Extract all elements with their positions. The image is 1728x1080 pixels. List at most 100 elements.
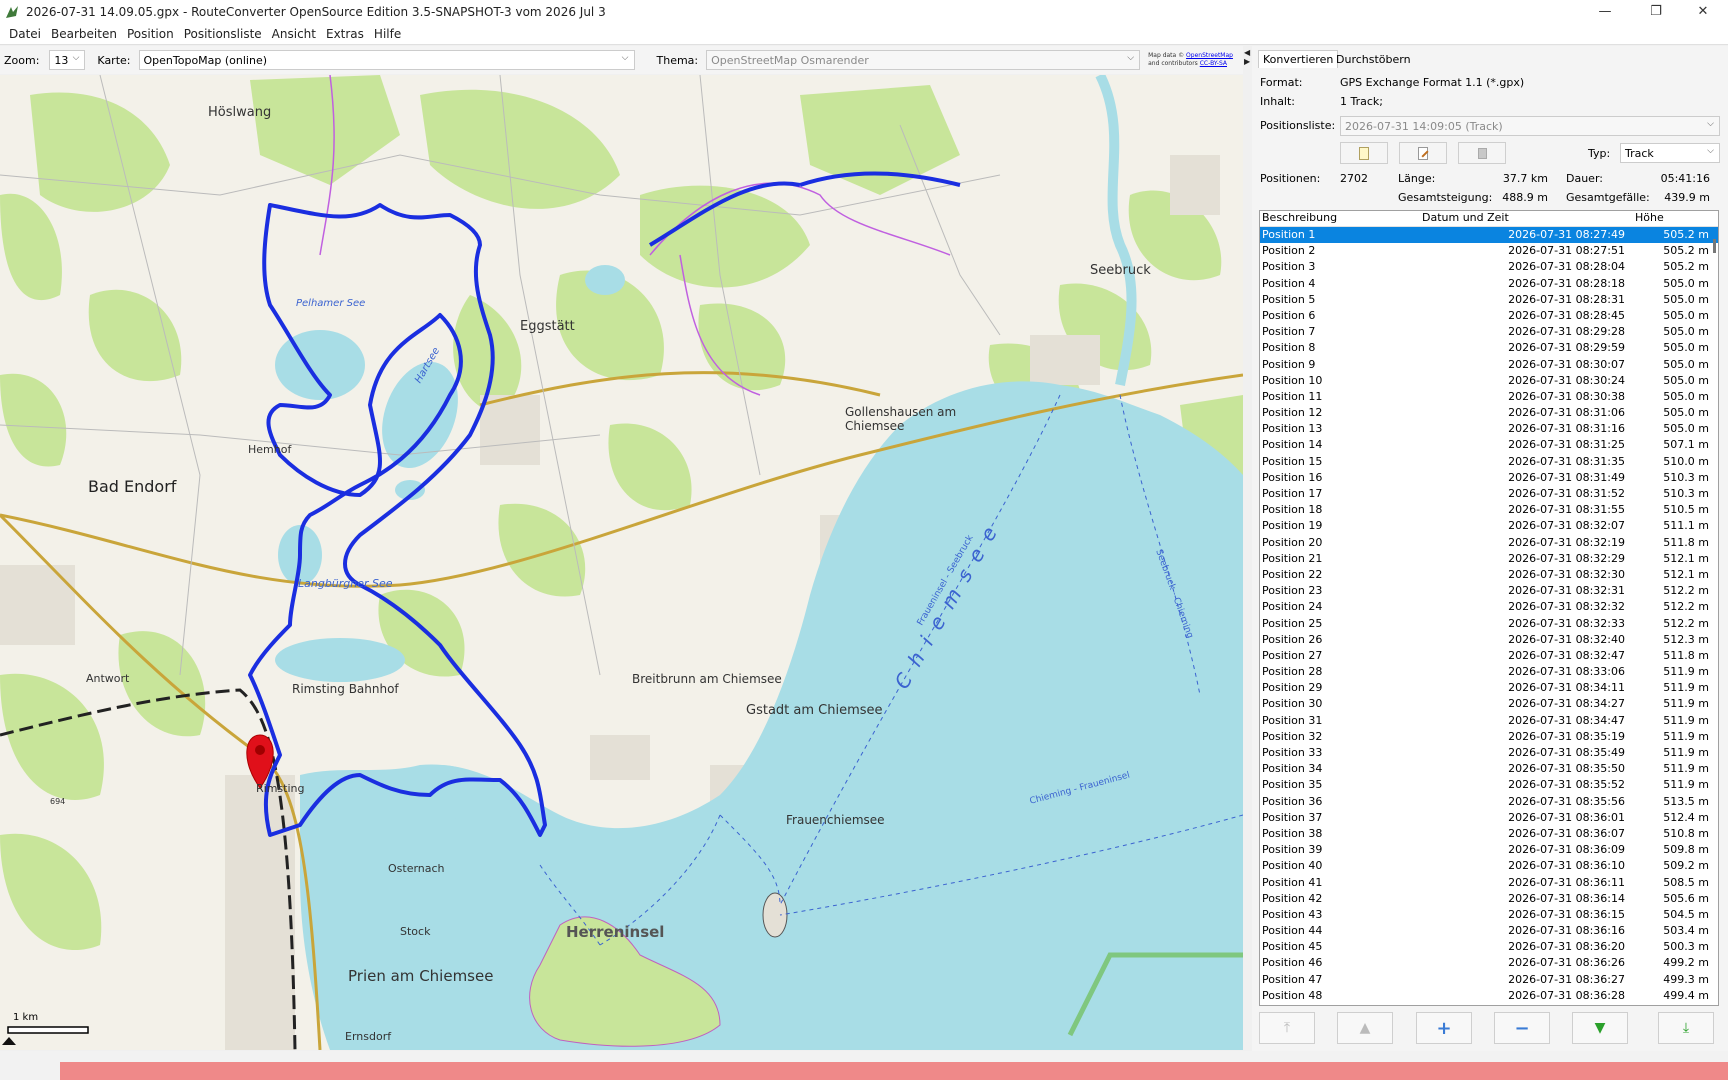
table-row[interactable]: Position 16 2026-07-31 08:31:49 510.3 m [1260, 470, 1718, 486]
karte-select[interactable]: OpenTopoMap (online) ⌵ [138, 50, 635, 70]
table-row[interactable]: Position 36 2026-07-31 08:35:56 513.5 m [1260, 794, 1718, 810]
table-row[interactable]: Position 31 2026-07-31 08:34:47 511.9 m [1260, 713, 1718, 729]
tab-durchstoebern[interactable]: Durchstöbern [1332, 50, 1415, 68]
cc-by-sa-link[interactable]: CC-BY-SA [1200, 60, 1227, 67]
cell-datum: 2026-07-31 08:36:10 [1508, 859, 1625, 873]
cell-datum: 2026-07-31 08:28:45 [1508, 308, 1625, 322]
table-row[interactable]: Position 2 2026-07-31 08:27:51 505.2 m [1260, 243, 1718, 259]
table-row[interactable]: Position 45 2026-07-31 08:36:20 500.3 m [1260, 939, 1718, 955]
table-row[interactable]: Position 46 2026-07-31 08:36:26 499.2 m [1260, 955, 1718, 971]
minus-icon: − [1514, 1017, 1530, 1039]
table-row[interactable]: Position 43 2026-07-31 08:36:15 504.5 m [1260, 907, 1718, 923]
table-row[interactable]: Position 38 2026-07-31 08:36:07 510.8 m [1260, 826, 1718, 842]
table-row[interactable]: Position 37 2026-07-31 08:36:01 512.4 m [1260, 810, 1718, 826]
table-row[interactable]: Position 32 2026-07-31 08:35:19 511.9 m [1260, 729, 1718, 745]
cell-datum: 2026-07-31 08:36:07 [1508, 826, 1625, 840]
table-row[interactable]: Position 22 2026-07-31 08:32:30 512.1 m [1260, 567, 1718, 583]
table-row[interactable]: Position 20 2026-07-31 08:32:19 511.8 m [1260, 535, 1718, 551]
typ-label: Typ: [1588, 147, 1611, 160]
thema-select[interactable]: OpenStreetMap Osmarender ⌵ [706, 50, 1141, 70]
move-to-top-button[interactable]: ⤒ [1259, 1012, 1315, 1044]
cell-hoehe: 512.4 m [1663, 810, 1709, 824]
table-row[interactable]: Position 17 2026-07-31 08:31:52 510.3 m [1260, 486, 1718, 502]
map-view[interactable]: Höslwang Pelhamer See Hartsee Eggstätt S… [0, 75, 1243, 1050]
table-row[interactable]: Position 14 2026-07-31 08:31:25 507.1 m [1260, 437, 1718, 453]
close-button[interactable]: ✕ [1680, 0, 1726, 23]
table-row[interactable]: Position 8 2026-07-31 08:29:59 505.0 m [1260, 340, 1718, 356]
menu-bearbeiten[interactable]: Bearbeiten [51, 27, 117, 41]
positionsliste-select[interactable]: 2026-07-31 14:09:05 (Track) ⌵ [1340, 116, 1720, 136]
add-position-button[interactable]: + [1416, 1012, 1472, 1044]
move-down-button[interactable]: ▼ [1572, 1012, 1628, 1044]
openstreetmap-link[interactable]: OpenStreetMap [1186, 52, 1233, 59]
table-row[interactable]: Position 42 2026-07-31 08:36:14 505.6 m [1260, 891, 1718, 907]
splitter-arrows-icon[interactable]: ◀ ▶ [1244, 48, 1251, 68]
table-row[interactable]: Position 24 2026-07-31 08:32:32 512.2 m [1260, 599, 1718, 615]
cell-hoehe: 512.1 m [1663, 551, 1709, 565]
table-row[interactable]: Position 13 2026-07-31 08:31:16 505.0 m [1260, 421, 1718, 437]
delete-positionlist-button[interactable] [1458, 142, 1506, 164]
move-up-button[interactable]: ▲ [1337, 1012, 1393, 1044]
table-row[interactable]: Position 3 2026-07-31 08:28:04 505.2 m [1260, 259, 1718, 275]
table-row[interactable]: Position 27 2026-07-31 08:32:47 511.8 m [1260, 648, 1718, 664]
column-header-datum[interactable]: Datum und Zeit [1420, 211, 1633, 226]
table-row[interactable]: Position 39 2026-07-31 08:36:09 509.8 m [1260, 842, 1718, 858]
menu-extras[interactable]: Extras [326, 27, 364, 41]
menu-position[interactable]: Position [127, 27, 174, 41]
table-row[interactable]: Position 44 2026-07-31 08:36:16 503.4 m [1260, 923, 1718, 939]
cell-beschreibung: Position 26 [1262, 632, 1323, 646]
table-row[interactable]: Position 7 2026-07-31 08:29:28 505.0 m [1260, 324, 1718, 340]
table-row[interactable]: Position 15 2026-07-31 08:31:35 510.0 m [1260, 454, 1718, 470]
delete-position-button[interactable]: − [1494, 1012, 1550, 1044]
minimize-button[interactable]: — [1582, 0, 1628, 23]
karte-label: Karte: [97, 53, 131, 67]
menu-hilfe[interactable]: Hilfe [374, 27, 401, 41]
tab-konvertieren[interactable]: Konvertieren [1258, 50, 1339, 68]
table-row[interactable]: Position 11 2026-07-31 08:30:38 505.0 m [1260, 389, 1718, 405]
table-row[interactable]: Position 19 2026-07-31 08:32:07 511.1 m [1260, 518, 1718, 534]
cell-beschreibung: Position 36 [1262, 794, 1323, 808]
table-row[interactable]: Position 23 2026-07-31 08:32:31 512.2 m [1260, 583, 1718, 599]
table-row[interactable]: Position 34 2026-07-31 08:35:50 511.9 m [1260, 761, 1718, 777]
cell-beschreibung: Position 15 [1262, 454, 1323, 468]
rename-positionlist-button[interactable] [1399, 142, 1447, 164]
table-row[interactable]: Position 41 2026-07-31 08:36:11 508.5 m [1260, 875, 1718, 891]
table-row[interactable]: Position 29 2026-07-31 08:34:11 511.9 m [1260, 680, 1718, 696]
move-to-bottom-button[interactable]: ⤓ [1658, 1012, 1714, 1044]
table-row[interactable]: Position 21 2026-07-31 08:32:29 512.1 m [1260, 551, 1718, 567]
column-header-hoehe[interactable]: Höhe [1633, 211, 1711, 226]
table-row[interactable]: Position 10 2026-07-31 08:30:24 505.0 m [1260, 373, 1718, 389]
menu-positionsliste[interactable]: Positionsliste [184, 27, 262, 41]
table-row[interactable]: Position 30 2026-07-31 08:34:27 511.9 m [1260, 696, 1718, 712]
cell-beschreibung: Position 40 [1262, 859, 1323, 873]
table-row[interactable]: Position 6 2026-07-31 08:28:45 505.0 m [1260, 308, 1718, 324]
menu-datei[interactable]: Datei [9, 27, 41, 41]
table-row[interactable]: Position 25 2026-07-31 08:32:33 512.2 m [1260, 616, 1718, 632]
typ-select[interactable]: Track ⌵ [1620, 143, 1720, 163]
table-row[interactable]: Position 48 2026-07-31 08:36:28 499.4 m [1260, 988, 1718, 1004]
table-row[interactable]: Position 4 2026-07-31 08:28:18 505.0 m [1260, 276, 1718, 292]
table-row[interactable]: Position 26 2026-07-31 08:32:40 512.3 m [1260, 632, 1718, 648]
table-row[interactable]: Position 1 2026-07-31 08:27:49 505.2 m [1260, 227, 1718, 244]
table-row[interactable]: Position 12 2026-07-31 08:31:06 505.0 m [1260, 405, 1718, 421]
table-row[interactable]: Position 18 2026-07-31 08:31:55 510.5 m [1260, 502, 1718, 518]
table-row[interactable]: Position 9 2026-07-31 08:30:07 505.0 m [1260, 357, 1718, 373]
table-row[interactable]: Position 5 2026-07-31 08:28:31 505.0 m [1260, 292, 1718, 308]
zoom-select[interactable]: 13 ⌵ [49, 50, 86, 70]
table-scrollbar-thumb[interactable] [1713, 239, 1716, 253]
positions-table[interactable]: Beschreibung Datum und Zeit Höhe Positio… [1259, 210, 1719, 1006]
column-header-beschreibung[interactable]: Beschreibung [1260, 211, 1420, 226]
menu-ansicht[interactable]: Ansicht [272, 27, 316, 41]
table-row[interactable]: Position 35 2026-07-31 08:35:52 511.9 m [1260, 777, 1718, 793]
routeconverter-app-icon [6, 5, 18, 18]
maximize-button[interactable]: ❐ [1633, 0, 1679, 23]
table-row[interactable]: Position 28 2026-07-31 08:33:06 511.9 m [1260, 664, 1718, 680]
menu-bar: Datei Bearbeiten Position Positionsliste… [0, 23, 1728, 45]
table-row[interactable]: Position 33 2026-07-31 08:35:49 511.9 m [1260, 745, 1718, 761]
table-row[interactable]: Position 40 2026-07-31 08:36:10 509.2 m [1260, 858, 1718, 874]
cell-datum: 2026-07-31 08:36:16 [1508, 924, 1625, 938]
table-row[interactable]: Position 47 2026-07-31 08:36:27 499.3 m [1260, 972, 1718, 988]
map-canvas[interactable] [0, 75, 1243, 1050]
new-positionlist-button[interactable] [1340, 142, 1388, 164]
typ-value: Track [1625, 146, 1654, 160]
